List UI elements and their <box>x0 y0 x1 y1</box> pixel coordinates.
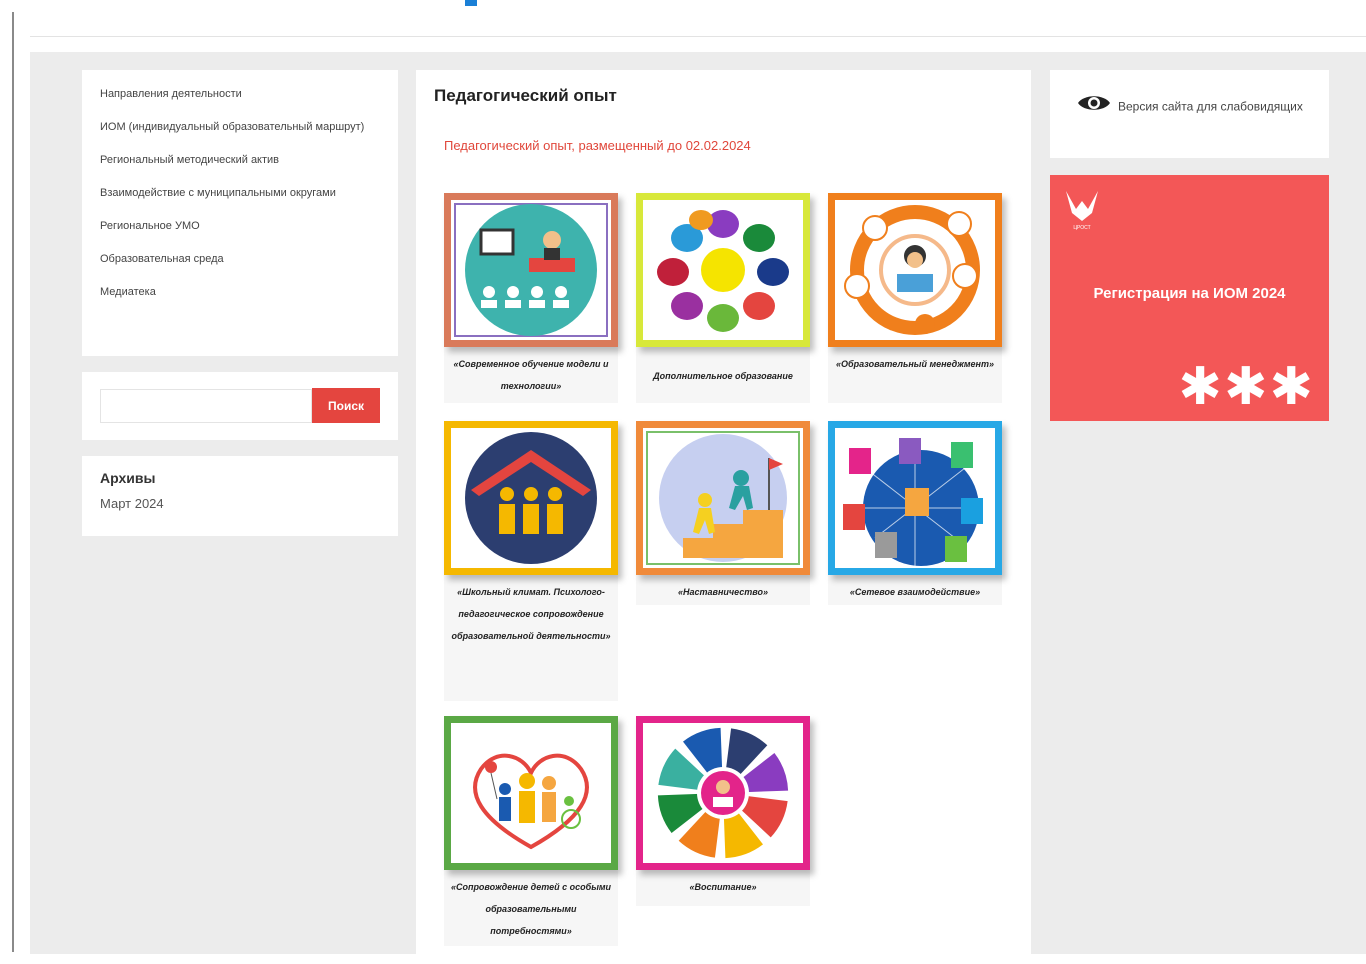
manager-cycle-icon <box>828 193 1002 347</box>
archives-item-march-2024[interactable]: Март 2024 <box>100 496 380 511</box>
window-edge <box>12 12 14 952</box>
tile-modern-learning[interactable]: «Современное обучение модели и технологи… <box>444 193 618 403</box>
menu-item-media-library[interactable]: Медиатека <box>100 284 380 301</box>
petal-flower-icon <box>636 193 810 347</box>
header-divider <box>30 36 1366 37</box>
banner-stars: ✱✱✱ <box>1178 358 1315 416</box>
low-vision-version-link[interactable]: Версия сайта для слабовидящих <box>1050 70 1329 158</box>
iom-registration-banner[interactable]: ЦРОСТ Регистрация на ИОМ 2024 ✱✱✱ <box>1050 175 1329 421</box>
banner-title: Регистрация на ИОМ 2024 <box>1093 285 1286 302</box>
sidebar-menu: Направления деятельности ИОМ (индивидуал… <box>82 70 398 356</box>
eye-icon <box>1076 92 1112 123</box>
search-button[interactable]: Поиск <box>312 388 380 423</box>
mentoring-stairs-icon <box>636 421 810 575</box>
crost-logo-icon: ЦРОСТ <box>1062 187 1102 236</box>
menu-item-umo[interactable]: Региональное УМО <box>100 218 380 235</box>
tile-caption: «Воспитание» <box>689 882 757 892</box>
archives-widget: Архивы Март 2024 <box>82 456 398 536</box>
tile-network-interaction[interactable]: «Сетевое взаимодействие» <box>828 421 1002 605</box>
tile-special-needs[interactable]: «Сопровождение детей с особыми образоват… <box>444 716 618 946</box>
menu-item-iom[interactable]: ИОМ (индивидуальный образовательный марш… <box>100 119 380 136</box>
tile-mentoring[interactable]: «Наставничество» <box>636 421 810 605</box>
tile-caption: «Школьный климат. Психолого-педагогическ… <box>451 587 611 641</box>
main-content: Педагогический опыт Педагогический опыт,… <box>416 70 1031 954</box>
menu-item-municipal[interactable]: Взаимодействие с муниципальными округами <box>100 185 380 202</box>
family-heart-icon <box>444 716 618 870</box>
search-input[interactable] <box>100 389 312 423</box>
tile-caption: «Сопровождение детей с особыми образоват… <box>450 882 612 936</box>
menu-item-edu-environment[interactable]: Образовательная среда <box>100 251 380 268</box>
page-title: Педагогический опыт <box>434 86 617 105</box>
menu-item-methodical-asset[interactable]: Региональный методический актив <box>100 152 380 169</box>
menu-item-directions[interactable]: Направления деятельности <box>100 86 380 103</box>
tile-upbringing[interactable]: «Воспитание» <box>636 716 810 906</box>
tile-school-climate[interactable]: «Школьный климат. Психолого-педагогическ… <box>444 421 618 701</box>
upbringing-wheel-icon <box>636 716 810 870</box>
tile-additional-education[interactable]: Дополнительное образование <box>636 193 810 403</box>
network-globe-icon <box>828 421 1002 575</box>
tile-caption: Дополнительное образование <box>653 371 793 381</box>
top-accent-bar <box>465 0 477 6</box>
logo-caption: ЦРОСТ <box>1073 225 1090 231</box>
archives-title: Архивы <box>100 470 156 486</box>
tile-caption: «Наставничество» <box>678 587 768 597</box>
tile-edu-management[interactable]: «Образовательный менеджмент» <box>828 193 1002 403</box>
school-house-icon <box>444 421 618 575</box>
tile-caption: «Образовательный менеджмент» <box>836 359 994 369</box>
tile-caption: «Современное обучение модели и технологи… <box>453 359 609 391</box>
low-vision-label: Версия сайта для слабовидящих <box>1118 99 1303 114</box>
tile-caption: «Сетевое взаимодействие» <box>849 587 981 597</box>
archive-link[interactable]: Педагогический опыт, размещенный до 02.0… <box>444 138 751 153</box>
teacher-presentation-icon <box>444 193 618 347</box>
